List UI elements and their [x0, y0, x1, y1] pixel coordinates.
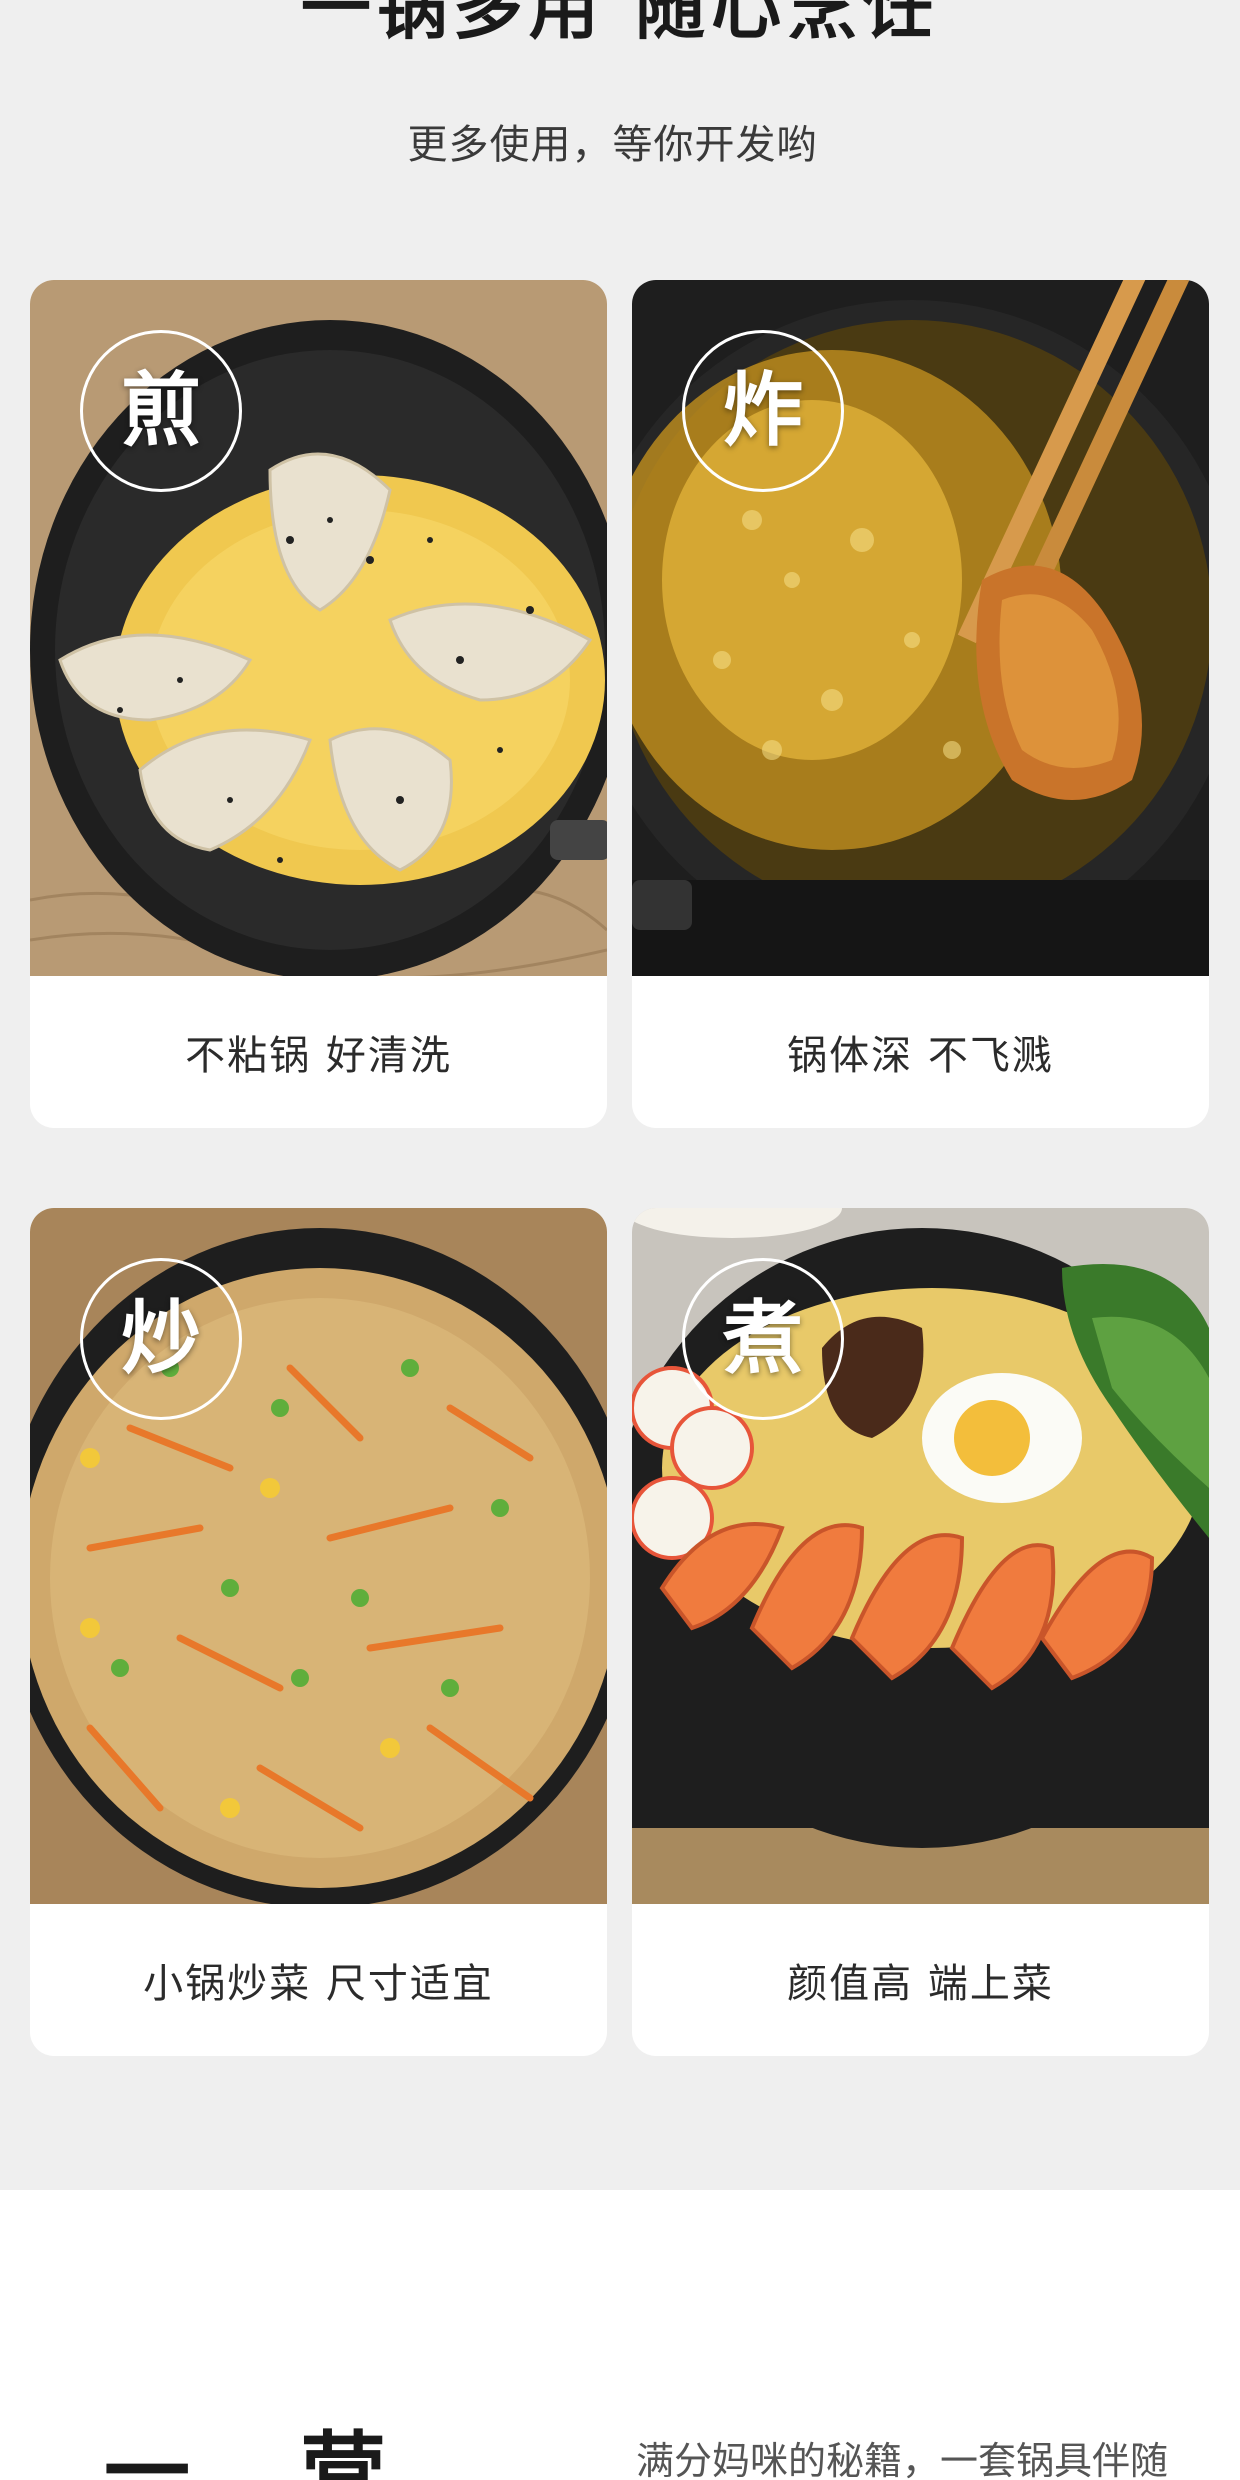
feature-card-fry-pan: 煎 不粘锅 好清洗	[30, 280, 607, 1128]
feature-caption: 不粘锅 好清洗	[185, 1033, 452, 1079]
feature-card-stir-fry: 炒 小锅炒菜 尺寸适宜	[30, 1208, 607, 2056]
boil-badge-circle: 煮	[682, 1258, 844, 1420]
feature-caption: 颜值高 端上菜	[787, 1961, 1054, 2007]
fry-badge-circle: 煎	[80, 330, 242, 492]
feature-card-deep-fry: 炸 锅体深 不飞溅	[632, 280, 1209, 1128]
feature-caption: 小锅炒菜 尺寸适宜	[143, 1961, 494, 2007]
section-title: 一 营	[104, 2423, 426, 2480]
next-section: 一 营 满分妈咪的秘籍，一套锅具伴随	[0, 2190, 1240, 2480]
page-title: 一锅多用 随心烹饪	[300, 0, 940, 49]
stir-fry-badge-circle: 炒	[80, 1258, 242, 1420]
feature-caption: 锅体深 不飞溅	[787, 1033, 1054, 1079]
deep-fry-badge-circle: 炸	[682, 330, 844, 492]
page-subtitle: 更多使用，等你开发哟	[407, 122, 818, 168]
feature-card-boil: 煮 颜值高 端上菜	[632, 1208, 1209, 2056]
section-description: 满分妈咪的秘籍，一套锅具伴随	[636, 2439, 1169, 2480]
features-section: 一锅多用 随心烹饪 更多使用，等你开发哟 煎 不粘锅 好清洗 炸 锅体深 不飞溅…	[0, 0, 1240, 2190]
